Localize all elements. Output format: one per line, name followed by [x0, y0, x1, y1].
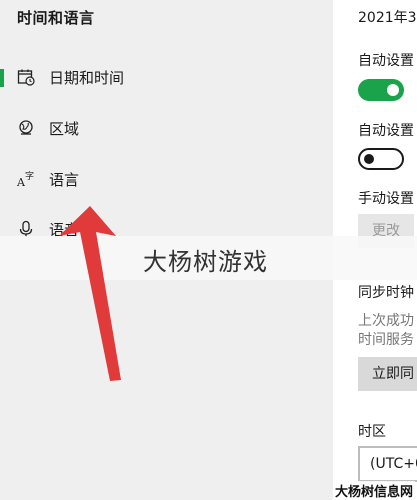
auto-time-toggle[interactable] — [358, 79, 404, 101]
auto-timezone-label: 自动设置 — [358, 123, 414, 139]
auto-timezone-toggle[interactable] — [358, 148, 404, 170]
language-icon: A 字 — [16, 169, 36, 189]
sync-clock-title: 同步时钟 — [358, 285, 414, 301]
calendar-clock-icon — [16, 67, 36, 87]
globe-region-icon — [16, 118, 36, 138]
sidebar-item-region[interactable]: 区域 — [0, 103, 333, 153]
sidebar-item-label: 日期和时间 — [49, 68, 125, 87]
sync-now-button[interactable]: 立即同 — [358, 357, 417, 391]
timezone-label: 时区 — [358, 424, 386, 440]
sync-status-line: 上次成功 — [358, 313, 414, 329]
sidebar-item-label: 语言 — [49, 170, 80, 189]
svg-text:字: 字 — [25, 170, 34, 182]
sidebar-title: 时间和语言 — [17, 9, 95, 27]
auto-time-label: 自动设置 — [358, 53, 414, 69]
site-watermark: 大杨树信息网 — [332, 481, 415, 500]
toggle-knob — [387, 84, 399, 96]
timezone-select[interactable]: (UTC+0 — [358, 446, 417, 482]
sync-server-line: 时间服务 — [358, 332, 414, 348]
selection-indicator — [0, 69, 4, 87]
sidebar-item-date-time[interactable]: 日期和时间 — [0, 52, 333, 102]
sidebar-item-language[interactable]: A 字 语言 — [0, 154, 333, 204]
toggle-knob — [364, 154, 374, 164]
manual-set-label: 手动设置 — [358, 191, 414, 207]
current-date: 2021年3月 — [358, 10, 417, 26]
sidebar-item-label: 区域 — [49, 119, 80, 138]
watermark-banner-text: 大杨树游戏 — [143, 248, 268, 276]
